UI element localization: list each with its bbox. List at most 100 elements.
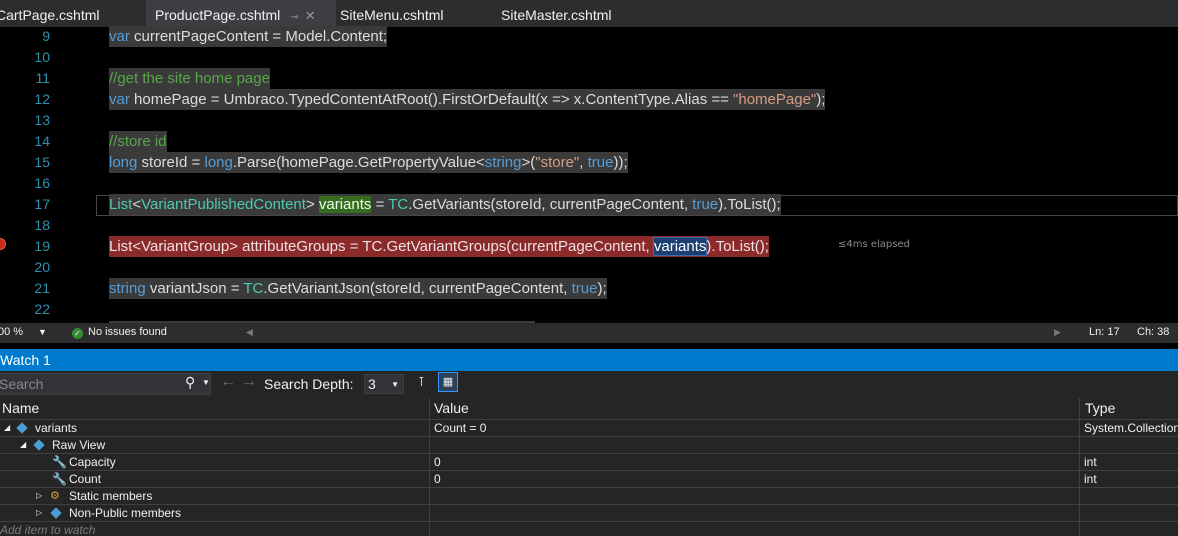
code-text: .Parse(homePage.GetPropertyValue< bbox=[232, 154, 485, 171]
view-toggle-icon[interactable]: ▦ bbox=[438, 372, 458, 392]
scroll-right-icon[interactable]: ▶ bbox=[1054, 327, 1061, 338]
property-wrench-icon: 🔧 bbox=[52, 455, 67, 469]
code-text: ); bbox=[597, 280, 607, 297]
line-number: 22 bbox=[34, 301, 50, 317]
line-number: 19 bbox=[34, 238, 50, 254]
table-row[interactable]: 🔧 Capacity 0 int bbox=[0, 453, 1178, 470]
tab-label: SiteMaster.cshtml bbox=[501, 7, 612, 23]
watch-name: Non-Public members bbox=[69, 506, 182, 520]
line-number: 20 bbox=[34, 259, 50, 275]
back-arrow-icon[interactable]: ← bbox=[220, 373, 236, 391]
code-text: currentPageContent = Model.Content; bbox=[129, 28, 388, 45]
code-text: homePage = Umbraco.TypedContentAtRoot().… bbox=[129, 91, 734, 108]
code-text: .GetVariantJson(storeId, currentPageCont… bbox=[263, 280, 572, 297]
tab-label: CartPage.cshtml bbox=[0, 7, 100, 23]
chevron-down-icon[interactable]: ▼ bbox=[38, 327, 47, 337]
pin-source-icon[interactable]: ⊺ bbox=[418, 374, 425, 390]
editor-status-strip: 00 % ▼ ✓ No issues found ◀ ▶ Ln: 17 Ch: 3… bbox=[0, 323, 1178, 343]
code-text: , bbox=[579, 154, 588, 171]
zoom-level[interactable]: 00 % bbox=[0, 326, 23, 338]
code-text: ); bbox=[816, 91, 826, 108]
forward-arrow-icon[interactable]: → bbox=[241, 373, 257, 391]
check-icon: ✓ bbox=[72, 328, 83, 339]
table-row[interactable]: ▷ ⚙ Static members bbox=[0, 487, 1178, 504]
pin-icon[interactable]: ⊸ bbox=[290, 12, 298, 23]
tab-sitemenu[interactable]: SiteMenu.cshtml bbox=[340, 0, 490, 27]
type-name: List bbox=[109, 196, 133, 213]
table-row[interactable]: ▷ Non-Public members bbox=[0, 504, 1178, 521]
object-icon bbox=[50, 505, 62, 521]
variable-highlight[interactable]: variants bbox=[318, 196, 372, 213]
search-input[interactable]: Search bbox=[0, 373, 211, 395]
chevron-down-icon[interactable]: ▼ bbox=[202, 378, 210, 387]
add-watch-row[interactable]: Add item to watch bbox=[0, 521, 1178, 536]
collapse-arrow-icon[interactable]: ◢ bbox=[20, 437, 26, 453]
line-number-gutter: 9 10 11 12 13 14 15 16 17 18 19 20 21 22 bbox=[0, 27, 58, 323]
column-indicator: Ch: 38 bbox=[1137, 326, 1170, 338]
type-name: VariantPublishedContent bbox=[141, 196, 306, 213]
column-header-value[interactable]: Value bbox=[434, 398, 469, 419]
watch-value: 0 bbox=[434, 472, 441, 486]
code-text: >( bbox=[521, 154, 536, 171]
keyword: true bbox=[571, 280, 598, 297]
line-number: 12 bbox=[34, 91, 50, 107]
table-row[interactable]: ◢ variants Count = 0 System.Collection bbox=[0, 419, 1178, 436]
watch-name: Count bbox=[69, 472, 102, 486]
keyword: long bbox=[204, 154, 233, 171]
expand-arrow-icon[interactable]: ▷ bbox=[36, 505, 42, 521]
search-depth-select[interactable]: 3 ▼ bbox=[364, 374, 404, 394]
line-number: 15 bbox=[34, 154, 50, 170]
scroll-left-icon[interactable]: ◀ bbox=[246, 327, 253, 338]
collapse-arrow-icon[interactable]: ◢ bbox=[4, 420, 10, 436]
code-text: ).ToList(); bbox=[718, 196, 781, 213]
column-header-type[interactable]: Type bbox=[1085, 398, 1115, 419]
line-number: 10 bbox=[34, 49, 50, 65]
keyword: long bbox=[109, 154, 138, 171]
search-depth-value: 3 bbox=[368, 376, 376, 392]
tab-label: SiteMenu.cshtml bbox=[340, 7, 444, 23]
variable-highlight[interactable]: variants bbox=[652, 237, 708, 256]
line-number: 17 bbox=[34, 196, 50, 212]
watch-name: Capacity bbox=[69, 455, 116, 469]
code-text: .GetVariants(storeId, currentPageContent… bbox=[408, 196, 693, 213]
line-number: 9 bbox=[42, 28, 50, 44]
chevron-down-icon: ▼ bbox=[391, 380, 399, 389]
search-icon[interactable]: ⚲ bbox=[185, 374, 195, 391]
table-row[interactable]: 🔧 Count 0 int bbox=[0, 470, 1178, 487]
line-indicator: Ln: 17 bbox=[1089, 326, 1120, 338]
code-text: )); bbox=[613, 154, 628, 171]
static-members-icon: ⚙ bbox=[50, 490, 60, 502]
watch-grid: Name Value Type ◢ variants Count = 0 Sys… bbox=[0, 398, 1178, 536]
expand-arrow-icon[interactable]: ▷ bbox=[36, 488, 42, 504]
tab-cartpage[interactable]: CartPage.cshtml bbox=[0, 0, 146, 27]
column-header-name[interactable]: Name bbox=[2, 398, 39, 419]
string-literal: "store" bbox=[535, 154, 580, 171]
code-text: > bbox=[305, 196, 319, 213]
watch-name: variants bbox=[35, 421, 78, 435]
close-icon[interactable]: ✕ bbox=[305, 8, 316, 23]
code-text: < bbox=[132, 196, 142, 213]
table-row[interactable]: ◢ Raw View bbox=[0, 436, 1178, 453]
watch-toolbar: Search ⚲ ▼ ← → Search Depth: 3 ▼ ⊺ ▦ bbox=[0, 371, 1178, 398]
watch-value: Count = 0 bbox=[434, 421, 487, 435]
add-item-placeholder[interactable]: Add item to watch bbox=[0, 522, 95, 536]
issues-indicator[interactable]: ✓ No issues found bbox=[72, 326, 167, 339]
string-literal: "homePage" bbox=[733, 91, 817, 108]
code-text: variantJson = bbox=[145, 280, 244, 297]
code-editor[interactable]: 9 10 11 12 13 14 15 16 17 18 19 20 21 22… bbox=[0, 26, 1178, 323]
code-text: storeId = bbox=[137, 154, 205, 171]
perf-tip[interactable]: ≤4ms elapsed bbox=[838, 239, 910, 250]
watch-window-title[interactable]: Watch 1 bbox=[0, 349, 1178, 371]
object-icon bbox=[33, 437, 45, 453]
keyword: var bbox=[109, 91, 130, 108]
tab-productpage[interactable]: ProductPage.cshtml ⊸ ✕ bbox=[146, 0, 336, 27]
tab-sitemaster[interactable]: SiteMaster.cshtml bbox=[501, 0, 651, 27]
property-wrench-icon: 🔧 bbox=[52, 472, 67, 486]
keyword: string bbox=[109, 280, 146, 297]
search-depth-label: Search Depth: bbox=[264, 376, 354, 392]
code-text: List<VariantGroup> attributeGroups = TC.… bbox=[109, 238, 654, 255]
type-name: TC bbox=[388, 196, 409, 213]
code-line-21: string variantJson = TC.GetVariantJson(s… bbox=[109, 278, 607, 299]
line-number: 13 bbox=[34, 112, 50, 128]
line-number: 16 bbox=[34, 175, 50, 191]
